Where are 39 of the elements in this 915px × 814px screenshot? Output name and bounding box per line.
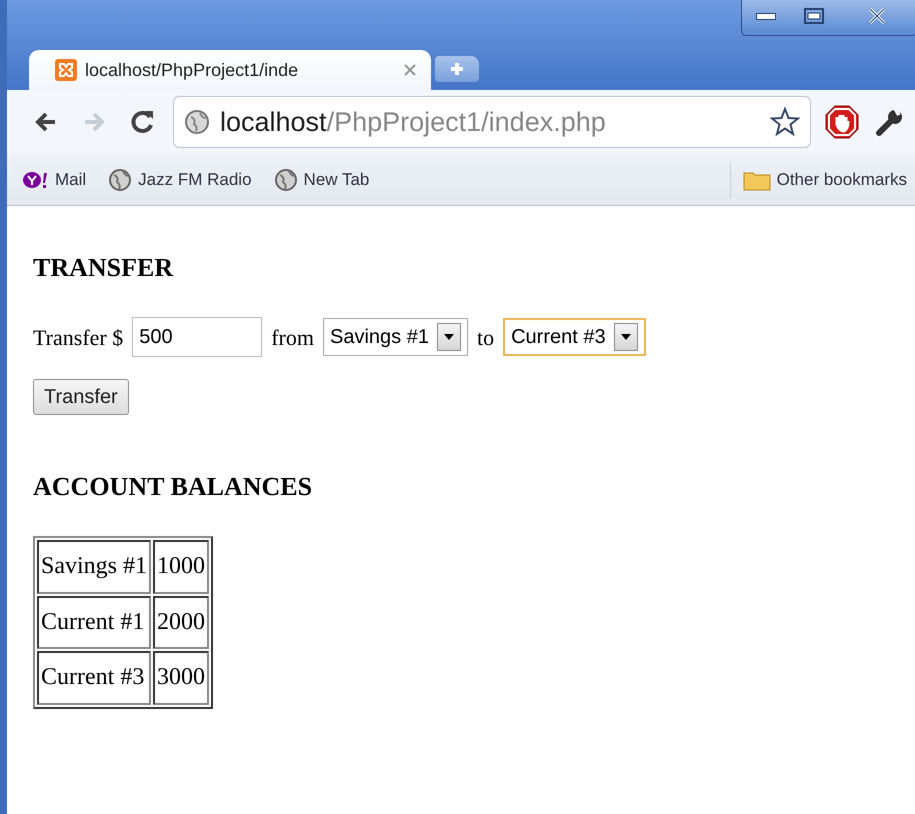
table-cell: Savings #1: [37, 540, 152, 594]
close-icon[interactable]: [403, 63, 417, 77]
caret-icon: [620, 333, 632, 341]
close-icon: [868, 7, 886, 25]
url-text: localhost/PhpProject1/index.php: [220, 106, 607, 139]
minimize-icon: [756, 12, 776, 20]
browser-tab[interactable]: localhost/PhpProject1/inde: [29, 50, 431, 90]
app-icon: [55, 59, 77, 81]
bookmark-link[interactable]: Mail: [23, 166, 86, 192]
bookmarks-folder[interactable]: Other bookmarks: [742, 166, 907, 192]
plus-icon: [449, 61, 465, 77]
field-label: to: [476, 324, 494, 352]
star-icon[interactable]: [770, 107, 800, 137]
table-cell: Current #1: [37, 596, 152, 650]
stop-sign-icon[interactable]: [825, 105, 859, 139]
table-cell: 2000: [153, 596, 210, 650]
amount-input[interactable]: 500: [132, 317, 262, 357]
tab-title: localhost/PhpProject1/inde: [85, 58, 300, 82]
globe-icon: [184, 109, 210, 135]
globe-icon: [108, 168, 132, 192]
field-label: Transfer $: [33, 324, 124, 352]
address-bar[interactable]: localhost/PhpProject1/index.php: [173, 96, 811, 148]
account-select[interactable]: Savings #1: [323, 318, 468, 356]
section-heading: ACCOUNT BALANCES: [33, 471, 314, 503]
bookmark-link[interactable]: Jazz FM Radio: [108, 166, 252, 192]
caret-icon: [442, 333, 455, 341]
bookmark-link[interactable]: New Tab: [274, 166, 370, 192]
table-cell: 1000: [153, 540, 210, 594]
yahoo-icon: [23, 170, 49, 188]
field-label: from: [271, 324, 314, 352]
maximize-icon: [804, 8, 824, 24]
account-select[interactable]: Current #3: [503, 318, 646, 356]
new-tab-button[interactable]: [435, 56, 479, 82]
minimize-button[interactable]: [742, 0, 790, 32]
transfer-button[interactable]: Transfer: [33, 379, 129, 415]
section-heading: TRANSFER: [33, 252, 174, 284]
table-cell: Current #3: [37, 651, 152, 705]
table-cell: 3000: [153, 651, 210, 705]
globe-icon: [274, 168, 298, 192]
